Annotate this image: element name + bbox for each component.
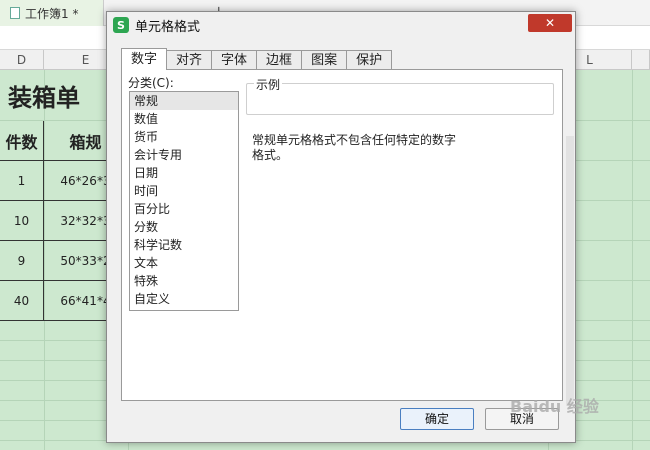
document-icon <box>10 7 20 19</box>
category-item-time[interactable]: 时间 <box>130 182 238 200</box>
dialog-tabs: 数字 对齐 字体 边框 图案 保护 <box>121 48 393 70</box>
workbook-tab[interactable]: 工作簿1 * <box>0 0 104 26</box>
count-cell[interactable]: 1 <box>0 161 44 201</box>
count-cell[interactable]: 10 <box>0 201 44 241</box>
count-cell[interactable]: 40 <box>0 281 44 321</box>
example-preview-box <box>246 83 554 115</box>
dialog-scrollbar[interactable] <box>566 136 574 406</box>
tab-font[interactable]: 字体 <box>211 50 258 70</box>
close-button[interactable]: ✕ <box>528 14 572 32</box>
category-item-scientific[interactable]: 科学记数 <box>130 236 238 254</box>
category-label: 分类(C): <box>128 76 174 90</box>
wps-spreadsheet-icon: S <box>113 17 129 33</box>
column-header-m[interactable] <box>632 50 650 70</box>
tab-border[interactable]: 边框 <box>256 50 303 70</box>
tab-pattern[interactable]: 图案 <box>301 50 348 70</box>
category-item-custom[interactable]: 自定义 <box>130 290 238 308</box>
header-count[interactable]: 件数 <box>0 121 44 161</box>
number-tab-panel: 分类(C): 常规 数值 货币 会计专用 日期 时间 百分比 分数 科学记数 文… <box>121 69 563 401</box>
tab-protection[interactable]: 保护 <box>346 50 393 70</box>
category-item-general[interactable]: 常规 <box>130 92 238 110</box>
category-item-percentage[interactable]: 百分比 <box>130 200 238 218</box>
category-item-text[interactable]: 文本 <box>130 254 238 272</box>
dialog-titlebar[interactable]: S 单元格格式 ✕ <box>107 12 575 38</box>
tab-number[interactable]: 数字 <box>121 48 168 70</box>
format-cells-dialog: S 单元格格式 ✕ 数字 对齐 字体 边框 图案 保护 分类(C): 常规 数值… <box>106 11 576 443</box>
category-item-special[interactable]: 特殊 <box>130 272 238 290</box>
baidu-jingyan-watermark: Baidu 经验 <box>510 397 599 416</box>
category-item-accounting[interactable]: 会计专用 <box>130 146 238 164</box>
category-item-number[interactable]: 数值 <box>130 110 238 128</box>
description-line-1: 常规单元格格式不包含任何特定的数字 <box>252 133 457 147</box>
category-item-date[interactable]: 日期 <box>130 164 238 182</box>
count-cell[interactable]: 9 <box>0 241 44 281</box>
category-list[interactable]: 常规 数值 货币 会计专用 日期 时间 百分比 分数 科学记数 文本 特殊 自定… <box>129 91 239 311</box>
category-item-fraction[interactable]: 分数 <box>130 218 238 236</box>
workbook-tab-label: 工作簿1 * <box>25 6 79 21</box>
example-label: 示例 <box>254 76 283 93</box>
ok-button[interactable]: 确定 <box>400 408 474 430</box>
category-description: 常规单元格格式不包含任何特定的数字 格式。 <box>252 133 472 163</box>
tab-alignment[interactable]: 对齐 <box>166 50 213 70</box>
column-header-d[interactable]: D <box>0 50 44 70</box>
description-line-2: 格式。 <box>252 148 289 162</box>
dialog-title: 单元格格式 <box>135 19 201 35</box>
category-item-currency[interactable]: 货币 <box>130 128 238 146</box>
